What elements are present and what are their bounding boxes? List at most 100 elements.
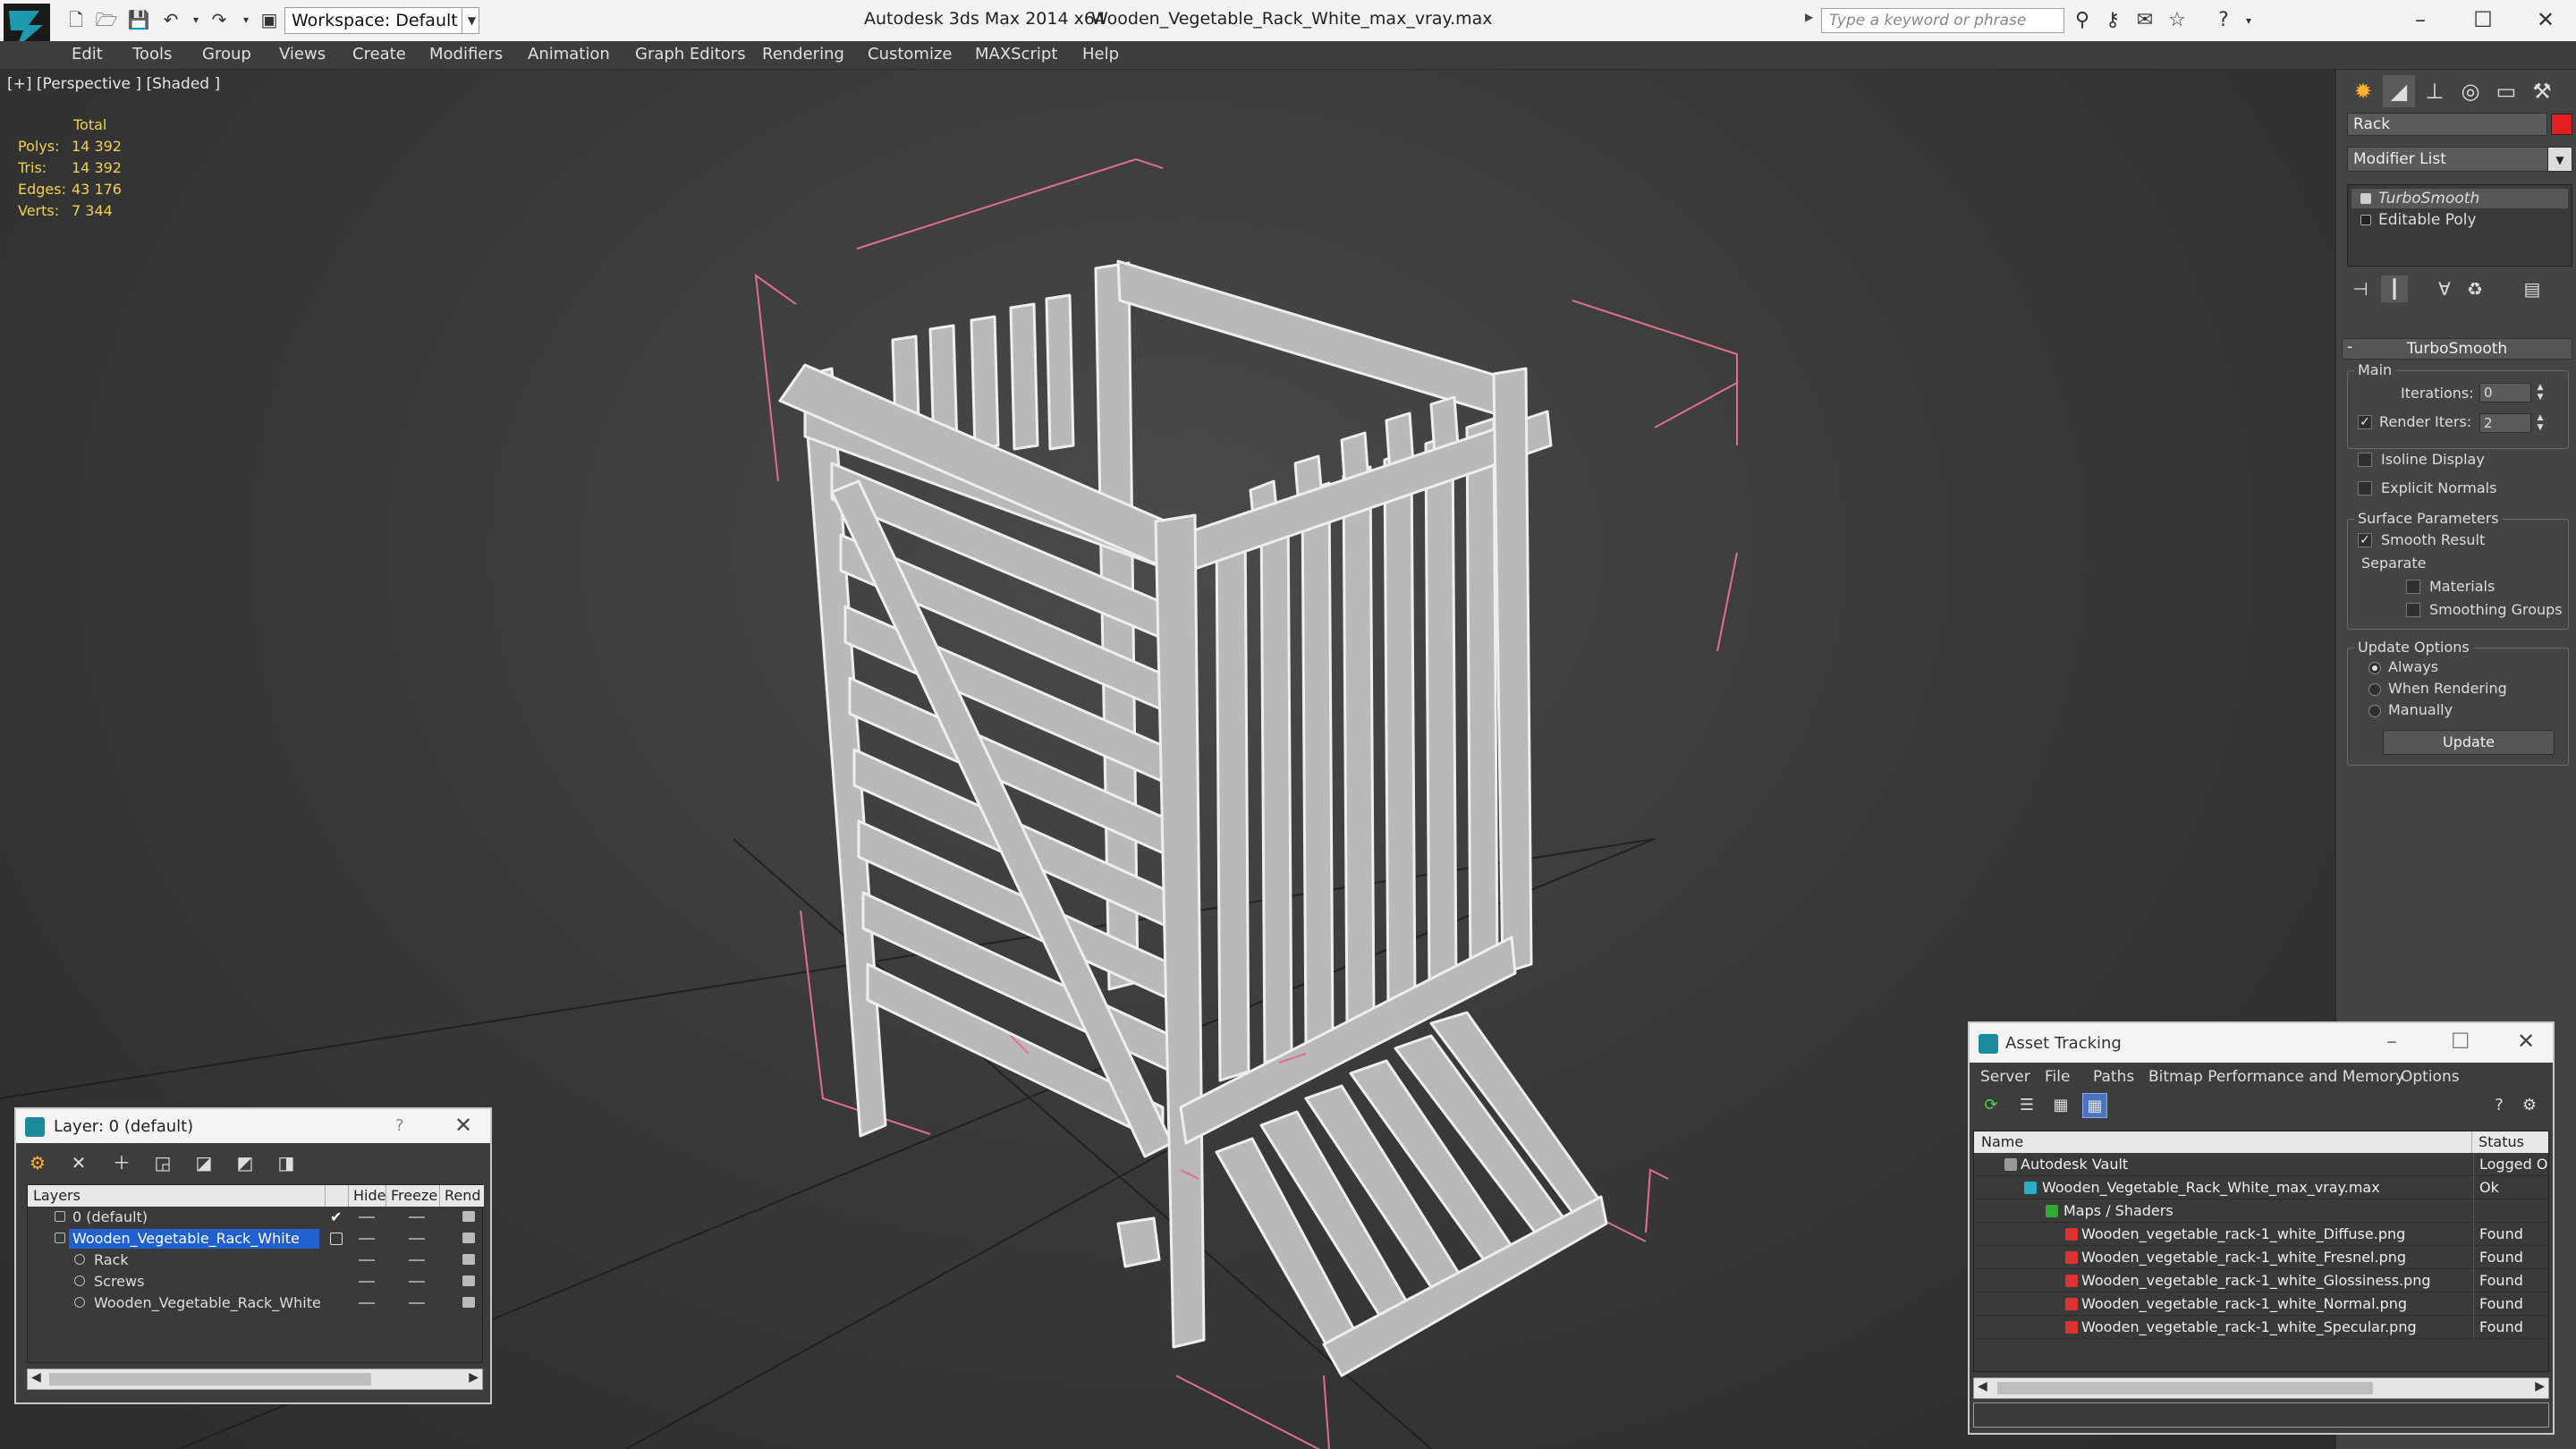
asset-tracking-titlebar[interactable]: Asset Tracking – ☐ ✕ [1970,1023,2553,1063]
object-name-field[interactable]: Rack [2347,113,2547,136]
asset-row[interactable]: Autodesk Vault Logged O [1974,1153,2548,1176]
freeze-toggle[interactable] [409,1281,425,1283]
communication-center-icon[interactable]: ✉ [2132,8,2157,33]
menu-customize[interactable]: Customize [868,45,952,64]
active-layer-check-icon[interactable]: ✔ [330,1207,342,1228]
select-objects-icon[interactable]: ◲ [150,1150,175,1175]
menu-rendering[interactable]: Rendering [762,45,844,64]
redo-dropdown-icon[interactable]: ▾ [234,8,258,31]
asset-row[interactable]: Wooden_vegetable_rack-1_white_Diffuse.pn… [1974,1223,2548,1246]
hide-toggle[interactable] [359,1216,375,1218]
render-teapot-icon[interactable] [462,1297,475,1308]
freeze-toggle[interactable] [409,1216,425,1218]
redo-icon[interactable]: ↷ [208,8,231,31]
menu-tools[interactable]: Tools [132,45,172,64]
col-name[interactable]: Name [1981,1133,2023,1150]
isoline-display-checkbox[interactable] [2358,453,2372,467]
horizontal-scrollbar[interactable]: ◀ ▶ [27,1368,483,1390]
favorites-star-icon[interactable]: ☆ [2165,8,2190,33]
set-current-box[interactable] [330,1233,343,1245]
help-dropdown-icon[interactable]: ▾ [2236,8,2261,33]
viewport-label[interactable]: [+] [Perspective ] [Shaded ] [7,75,220,93]
maximize-icon[interactable]: ☐ [2456,4,2510,36]
utilities-tab-icon[interactable]: ⚒ [2526,75,2558,107]
chevron-down-icon[interactable]: ▼ [2547,147,2572,172]
collapse-icon[interactable]: - [2347,338,2352,356]
render-teapot-icon[interactable] [462,1275,475,1286]
scroll-left-icon[interactable]: ◀ [1978,1379,1987,1394]
asset-menu-options[interactable]: Options [2401,1068,2460,1086]
close-icon[interactable]: ✕ [2517,1029,2535,1054]
remove-modifier-icon[interactable]: ♻ [2462,275,2488,302]
hide-toggle[interactable] [359,1238,375,1240]
list-view-icon[interactable]: ☰ [2014,1093,2039,1118]
scrollbar-thumb[interactable] [49,1373,371,1385]
asset-row[interactable]: Wooden_vegetable_rack-1_white_Normal.png… [1974,1292,2548,1316]
binoculars-icon[interactable]: ⚲ [2070,8,2095,33]
show-end-result-icon[interactable]: ┃ [2381,275,2408,302]
display-tab-icon[interactable]: ▭ [2490,75,2522,107]
render-iters-spinner[interactable]: 2 [2479,413,2531,433]
project-folder-icon[interactable]: ▣ [258,8,281,31]
asset-menu-server[interactable]: Server [1980,1068,2030,1086]
asset-menu-paths[interactable]: Paths [2093,1068,2134,1086]
modify-tab-icon[interactable]: ◢ [2383,75,2415,107]
highlight-layer-icon[interactable]: ◪ [191,1150,216,1175]
turbosmooth-rollout-header[interactable]: TurboSmooth [2342,338,2572,360]
undo-icon[interactable]: ↶ [159,8,182,31]
layer-row[interactable]: Screws [28,1271,484,1292]
render-teapot-icon[interactable] [462,1211,475,1222]
col-hide[interactable]: Hide [353,1187,386,1204]
configure-sets-icon[interactable]: ▤ [2519,275,2546,302]
create-tab-icon[interactable]: ✹ [2347,75,2379,107]
thumbnail-view-icon[interactable]: ▦ [2048,1093,2073,1118]
maximize-icon[interactable]: ☐ [2451,1029,2470,1054]
menu-create[interactable]: Create [352,45,406,64]
asset-row[interactable]: Maps / Shaders [1974,1199,2548,1223]
add-layer-icon[interactable]: ＋ [109,1150,134,1175]
search-input[interactable]: Type a keyword or phrase [1821,8,2064,33]
save-file-icon[interactable]: 💾 [127,8,150,31]
hide-all-icon[interactable]: ◩ [233,1150,258,1175]
settings-help-icon[interactable]: ⚙ [2517,1093,2542,1118]
render-teapot-icon[interactable] [462,1254,475,1265]
hierarchy-tab-icon[interactable]: ⊥ [2419,75,2451,107]
col-render[interactable]: Rend [445,1187,481,1204]
smooth-result-checkbox[interactable]: ✓ [2358,533,2372,547]
stack-item-editable-poly[interactable]: Editable Poly [2351,210,2568,230]
update-button[interactable]: Update [2383,730,2555,755]
stack-item-turbosmooth[interactable]: TurboSmooth [2351,189,2568,208]
object-color-swatch[interactable] [2551,114,2572,135]
menu-animation[interactable]: Animation [528,45,610,64]
freeze-toggle[interactable] [409,1238,425,1240]
asset-row[interactable]: Wooden_vegetable_rack-1_white_Glossiness… [1974,1269,2548,1292]
hide-toggle[interactable] [359,1302,375,1304]
help-icon[interactable]: ? [2487,1093,2512,1118]
freeze-toggle[interactable] [409,1259,425,1261]
menu-help[interactable]: Help [1082,45,1119,64]
refresh-icon[interactable]: ⟳ [1979,1093,2004,1118]
subscription-icon[interactable]: ⚷ [2100,8,2125,33]
modifier-list-dropdown[interactable]: Modifier List [2347,147,2558,172]
table-view-icon[interactable]: ▦ [2082,1093,2107,1118]
hide-toggle[interactable] [359,1259,375,1261]
help-icon[interactable]: ? [395,1116,404,1135]
horizontal-scrollbar[interactable]: ◀ ▶ [1973,1377,2549,1399]
menu-maxscript[interactable]: MAXScript [975,45,1057,64]
open-file-icon[interactable]: 🗁 [95,8,118,31]
search-expand-icon[interactable]: ▶ [1805,11,1813,23]
always-radio[interactable] [2368,662,2381,674]
layer-manager-titlebar[interactable]: Layer: 0 (default) ? ✕ [16,1109,490,1143]
render-iters-checkbox[interactable]: ✓ [2358,415,2372,429]
undo-dropdown-icon[interactable]: ▾ [184,8,208,31]
smoothing-groups-checkbox[interactable] [2406,603,2420,617]
freeze-toggle[interactable] [409,1302,425,1304]
scroll-right-icon[interactable]: ▶ [2535,1379,2545,1394]
explicit-normals-checkbox[interactable] [2358,481,2372,496]
minimize-icon[interactable]: – [2386,1029,2397,1054]
col-layers[interactable]: Layers [33,1187,80,1204]
help-icon[interactable]: ? [2211,8,2236,33]
layer-row[interactable]: Rack [28,1250,484,1271]
close-icon[interactable]: ✕ [2519,4,2572,36]
asset-row[interactable]: Wooden_vegetable_rack-1_white_Fresnel.pn… [1974,1246,2548,1269]
